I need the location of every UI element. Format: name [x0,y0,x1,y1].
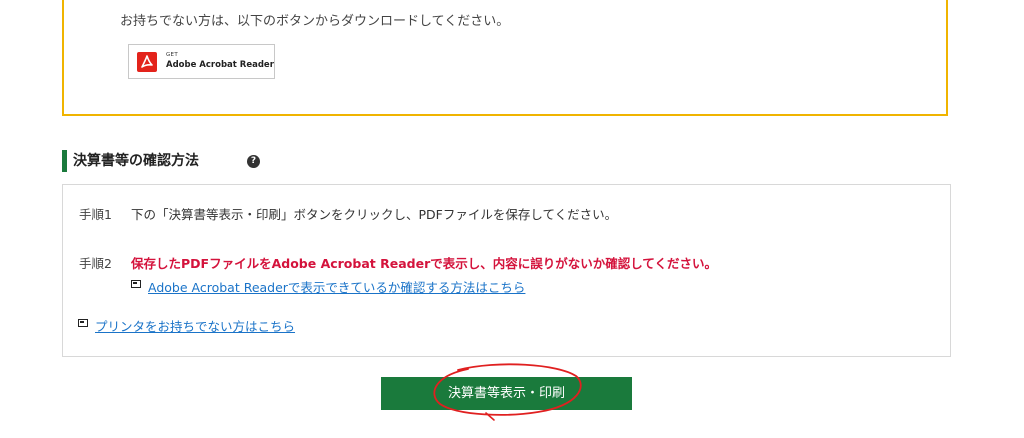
window-link-icon [131,280,141,288]
question-circle-icon[interactable]: ? [247,155,260,168]
step-1-number: 手順1 [79,207,112,222]
notice-text: お持ちでない方は、以下のボタンからダウンロードしてください。 [120,14,510,29]
steps-box: 手順1 下の「決算書等表示・印刷」ボタンをクリックし、PDFファイルを保存してく… [62,184,951,357]
printer-link-text[interactable]: プリンタをお持ちでない方はこちら [95,316,295,335]
step-1-text: 下の「決算書等表示・印刷」ボタンをクリックし、PDFファイルを保存してください。 [131,207,618,222]
adobe-acrobat-icon [137,52,157,72]
acrobat-check-link-text[interactable]: Adobe Acrobat Readerで表示できているか確認する方法はこちら [148,277,525,296]
acrobat-get-label: GET [166,52,178,58]
section-title: 決算書等の確認方法 [62,150,199,172]
get-adobe-acrobat-reader-button[interactable]: GET Adobe Acrobat Reader [128,44,275,79]
acrobat-notice-box: お持ちでない方は、以下のボタンからダウンロードしてください。 GET Adobe… [62,0,948,116]
step-2-text: 保存したPDFファイルをAdobe Acrobat Readerで表示し、内容に… [131,256,717,271]
acrobat-name-label: Adobe Acrobat Reader [166,60,274,70]
step-2-number: 手順2 [79,256,112,271]
print-button[interactable]: 決算書等表示・印刷 [381,377,632,410]
window-link-icon [78,319,88,327]
